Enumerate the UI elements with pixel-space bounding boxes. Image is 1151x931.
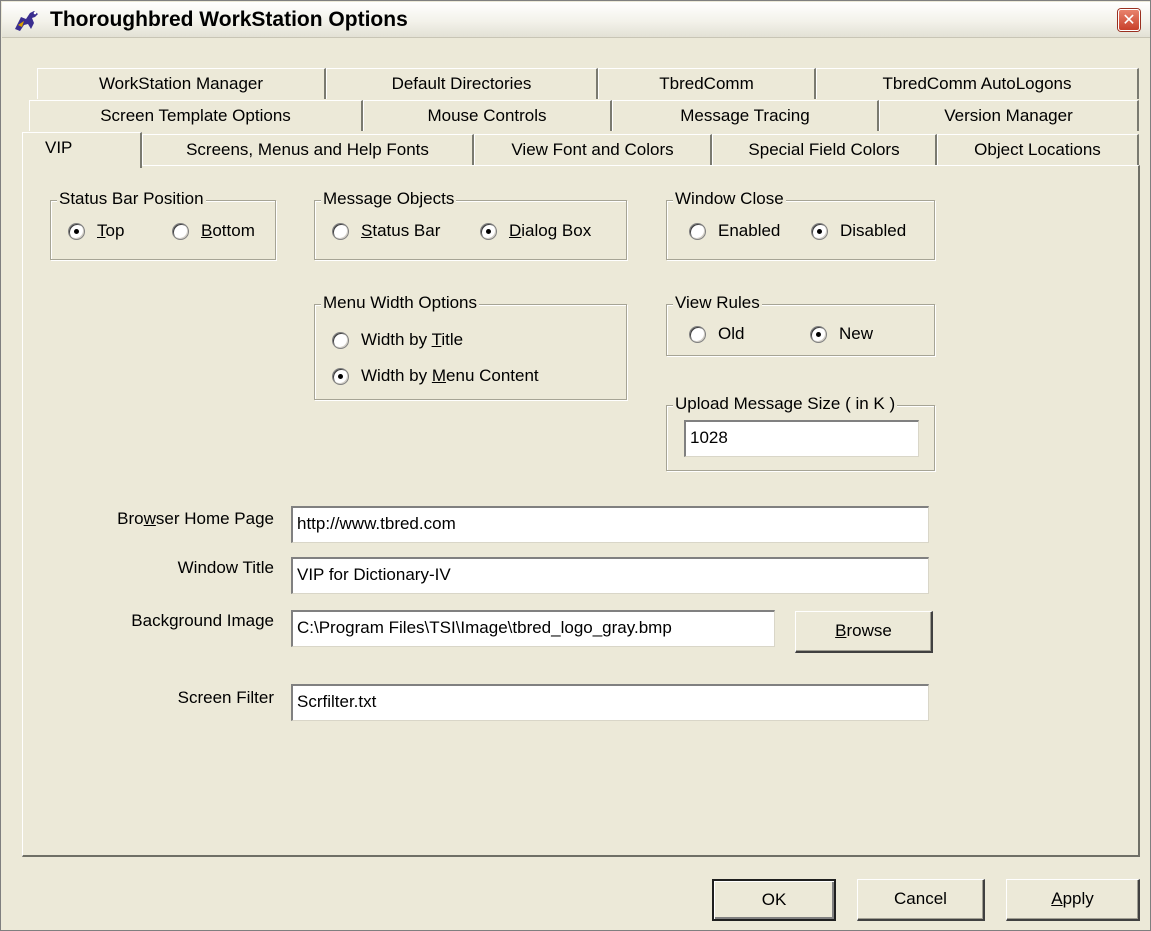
window-close-enabled-label: Enabled — [718, 221, 781, 240]
radio-unselected-icon — [172, 222, 189, 240]
tab-default-directories[interactable]: Default Directories — [326, 68, 598, 99]
radio-unselected-icon — [689, 325, 706, 343]
view-rules-old-radio[interactable]: Old — [689, 324, 744, 344]
tab-workstation-manager[interactable]: WorkStation Manager — [37, 68, 326, 99]
tab-version-manager[interactable]: Version Manager — [879, 100, 1139, 131]
message-status-bar-label: Status Bar — [361, 221, 441, 240]
message-dialog-box-radio[interactable]: Dialog Box — [480, 221, 591, 241]
tab-message-tracing[interactable]: Message Tracing — [612, 100, 879, 131]
menu-width-by-content-radio[interactable]: Width by Menu Content — [332, 366, 539, 386]
status-bar-position-group: Status Bar Position Top Bottom — [50, 189, 276, 260]
window-title-label: Window Title — [177, 558, 274, 577]
tab-view-font-colors[interactable]: View Font and Colors — [474, 134, 712, 165]
close-icon[interactable]: ✕ — [1118, 9, 1140, 31]
message-dialog-box-label: Dialog Box — [509, 221, 592, 240]
radio-unselected-icon — [332, 222, 349, 240]
radio-unselected-icon — [332, 331, 349, 349]
radio-selected-icon — [332, 367, 349, 385]
window-close-disabled-label: Disabled — [840, 221, 907, 240]
tab-tbredcomm-autologons[interactable]: TbredComm AutoLogons — [816, 68, 1139, 99]
radio-selected-icon — [68, 222, 85, 240]
tab-screens-menus-help-fonts[interactable]: Screens, Menus and Help Fonts — [142, 134, 474, 165]
menu-width-options-group: Menu Width Options Width by Title Width … — [314, 293, 627, 400]
cancel-button[interactable]: Cancel — [857, 879, 985, 921]
status-bar-top-radio[interactable]: Top — [68, 221, 124, 241]
status-bar-top-label: Top — [97, 221, 125, 240]
window-close-group: Window Close Enabled Disabled — [666, 189, 935, 260]
window-close-enabled-radio[interactable]: Enabled — [689, 221, 780, 241]
tab-object-locations[interactable]: Object Locations — [937, 134, 1139, 165]
status-bar-position-legend: Status Bar Position — [57, 189, 206, 209]
menu-width-by-title-label: Width by Title — [361, 330, 464, 349]
upload-message-size-group: Upload Message Size ( in K ) 1028 — [666, 394, 935, 471]
radio-unselected-icon — [689, 222, 706, 240]
window-title-input[interactable]: VIP for Dictionary-IV — [291, 557, 929, 594]
radio-selected-icon — [480, 222, 497, 240]
background-image-label: Background Image — [131, 611, 274, 630]
view-rules-new-radio[interactable]: New — [810, 324, 873, 344]
tab-tbredcomm[interactable]: TbredComm — [598, 68, 816, 99]
tab-special-field-colors[interactable]: Special Field Colors — [712, 134, 937, 165]
status-bar-bottom-radio[interactable]: Bottom — [172, 221, 255, 241]
thoroughbred-horse-icon — [15, 11, 38, 31]
window-close-legend: Window Close — [673, 189, 786, 209]
message-status-bar-radio[interactable]: Status Bar — [332, 221, 440, 241]
view-rules-new-label: New — [839, 324, 874, 343]
title-bar[interactable]: Thoroughbred WorkStation Options ✕ — [2, 2, 1150, 38]
options-dialog: Thoroughbred WorkStation Options ✕ WorkS… — [0, 0, 1151, 931]
ok-button[interactable]: OK — [712, 879, 836, 921]
message-objects-group: Message Objects Status Bar Dialog Box — [314, 189, 627, 260]
menu-width-options-legend: Menu Width Options — [321, 293, 480, 313]
background-image-input[interactable]: C:\Program Files\TSI\Image\tbred_logo_gr… — [291, 610, 775, 647]
view-rules-legend: View Rules — [673, 293, 762, 313]
upload-message-size-legend: Upload Message Size ( in K ) — [673, 394, 898, 414]
menu-width-by-content-label: Width by Menu Content — [361, 366, 539, 385]
window-close-disabled-radio[interactable]: Disabled — [811, 221, 906, 241]
screen-filter-input[interactable]: Scrfilter.txt — [291, 684, 929, 721]
view-rules-group: View Rules Old New — [666, 293, 935, 356]
radio-selected-icon — [811, 222, 828, 240]
tab-vip[interactable]: VIP — [22, 132, 142, 168]
radio-selected-icon — [810, 325, 827, 343]
screen-filter-label: Screen Filter — [177, 688, 274, 707]
browser-home-page-input[interactable]: http://www.tbred.com — [291, 506, 929, 543]
browser-home-page-label: Browser Home Page — [117, 509, 274, 528]
tab-mouse-controls[interactable]: Mouse Controls — [363, 100, 612, 131]
status-bar-bottom-label: Bottom — [201, 221, 255, 240]
view-rules-old-label: Old — [718, 324, 745, 343]
apply-button[interactable]: Apply — [1006, 879, 1140, 921]
message-objects-legend: Message Objects — [321, 189, 457, 209]
browse-button[interactable]: Browse — [795, 611, 933, 653]
menu-width-by-title-radio[interactable]: Width by Title — [332, 330, 463, 350]
tab-screen-template-options[interactable]: Screen Template Options — [29, 100, 363, 131]
upload-message-size-input[interactable]: 1028 — [684, 420, 919, 457]
window-title: Thoroughbred WorkStation Options — [50, 8, 408, 31]
